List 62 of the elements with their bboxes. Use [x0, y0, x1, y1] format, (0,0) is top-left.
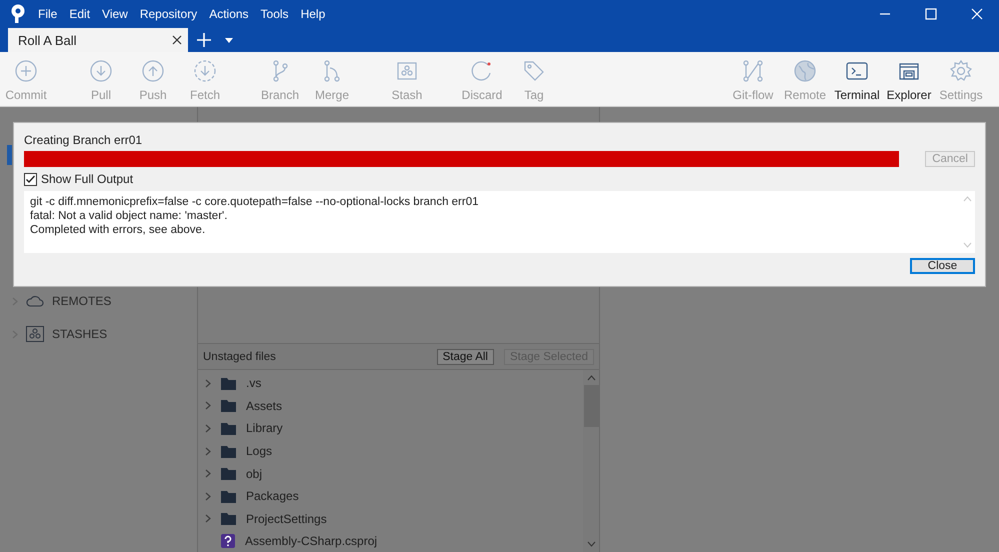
- output-line: git -c diff.mnemonicprefix=false -c core.quotepath=false --no-optional-locks branch err01: [30, 195, 480, 209]
- unstaged-files-title: Unstaged files: [203, 350, 276, 362]
- folder-icon: [221, 490, 236, 503]
- menu-item[interactable]: Help: [300, 7, 326, 21]
- fetch-icon: [193, 59, 217, 83]
- menu-item[interactable]: Tools: [260, 7, 289, 21]
- file-row[interactable]: Assembly-CSharp.csproj: [198, 530, 583, 552]
- dropdown-icon[interactable]: [225, 38, 233, 43]
- output-line: Completed with errors, see above.: [30, 223, 206, 237]
- commit-icon: [14, 59, 38, 83]
- close-button[interactable]: Close: [910, 258, 975, 274]
- dialog-title: Creating Branch err01: [24, 133, 144, 147]
- chevron-icon: [205, 446, 211, 456]
- selection-indicator: [7, 145, 12, 165]
- globe-icon: [793, 59, 817, 83]
- question-mark-icon: [221, 534, 235, 548]
- show-full-output-checkbox[interactable]: Show Full Output: [24, 172, 134, 186]
- file-row[interactable]: Logs: [198, 440, 583, 462]
- toolbar-button[interactable]: Terminal: [831, 56, 883, 102]
- folder-icon: [221, 422, 236, 435]
- cloud-icon: [26, 295, 44, 307]
- pull-icon: [89, 59, 113, 83]
- scroll-down-icon[interactable]: [586, 541, 596, 547]
- chevron-icon: [205, 424, 211, 433]
- folder-icon: [221, 399, 236, 412]
- toolbar-button[interactable]: Explorer: [883, 56, 935, 102]
- push-icon: [141, 59, 165, 83]
- git-flow-icon: [741, 59, 765, 83]
- settings-icon: [949, 59, 973, 83]
- app-logo-icon: [10, 4, 26, 24]
- chevron-icon: [205, 469, 211, 478]
- menu-item[interactable]: View: [102, 7, 128, 21]
- file-row[interactable]: ProjectSettings: [198, 508, 583, 530]
- stash-icon: [26, 326, 44, 342]
- file-row[interactable]: Assets: [198, 394, 583, 418]
- file-row[interactable]: Library: [198, 417, 583, 440]
- file-row[interactable]: Packages: [198, 484, 583, 508]
- tag-icon: [522, 59, 546, 83]
- checkbox-icon[interactable]: [24, 172, 37, 186]
- folder-icon: [221, 444, 236, 458]
- file-row[interactable]: .vs: [198, 372, 583, 395]
- file-row[interactable]: obj: [198, 462, 583, 485]
- menu-item[interactable]: Repository: [140, 7, 198, 21]
- repository-tab[interactable]: Roll A Ball: [8, 28, 188, 52]
- maximize-icon[interactable]: [925, 8, 937, 20]
- sidebar-section[interactable]: REMOTES: [0, 292, 197, 310]
- menu-item[interactable]: Actions: [209, 7, 249, 21]
- chevron-icon: [205, 492, 211, 501]
- add-tab-icon[interactable]: [197, 33, 211, 47]
- stage-button[interactable]: Stage All: [436, 348, 494, 364]
- chevron-icon: [205, 401, 211, 410]
- sidebar-section[interactable]: STASHES: [0, 325, 197, 343]
- folder-icon: [221, 467, 236, 480]
- chevron-icon: [205, 378, 211, 388]
- close-icon[interactable]: [172, 35, 182, 45]
- chevron-icon: [205, 514, 211, 524]
- scroll-up-icon[interactable]: [586, 375, 596, 381]
- folder-icon: [221, 376, 236, 390]
- folder-icon: [221, 512, 236, 526]
- output-line: fatal: Not a valid object name: 'master'.: [30, 209, 228, 223]
- menu-item[interactable]: Edit: [69, 7, 90, 21]
- menu-item[interactable]: File: [38, 7, 58, 21]
